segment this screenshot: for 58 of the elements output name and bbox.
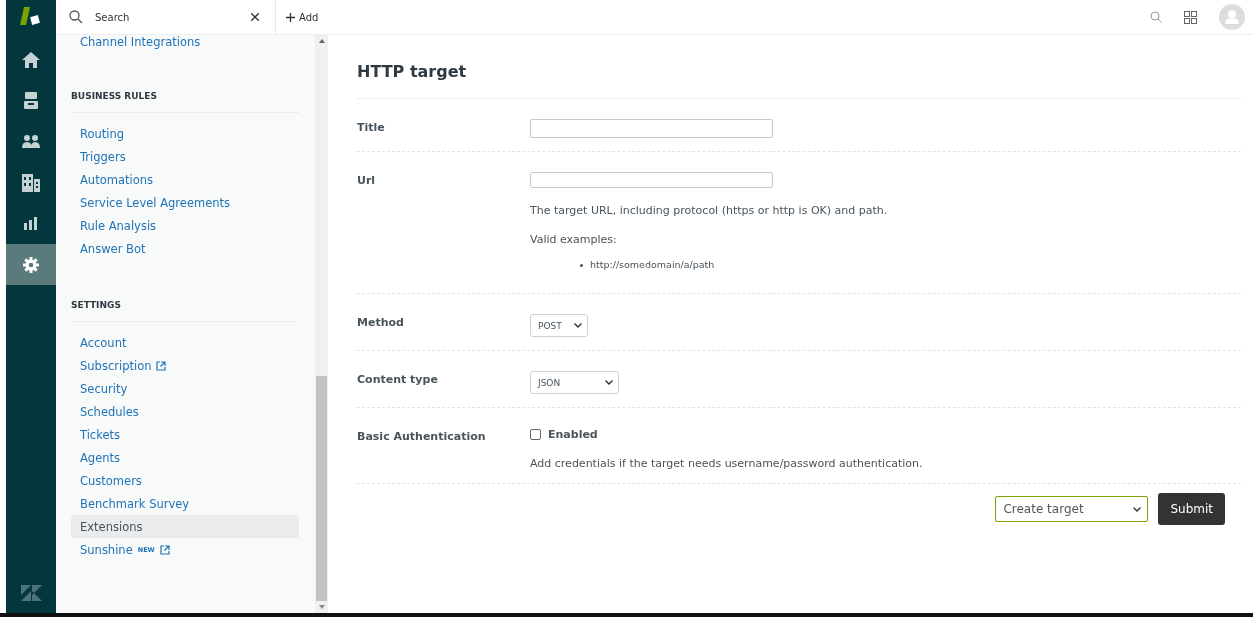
apps-grid-icon[interactable]	[1184, 10, 1197, 24]
sidebar-item[interactable]: Answer Bot	[71, 237, 299, 260]
help-text: The target URL, including protocol (https or http is OK) and path.	[530, 204, 889, 217]
sidebar-item[interactable]: Agents	[71, 446, 299, 469]
sidebar-item[interactable]: Security	[71, 377, 299, 400]
people-icon	[22, 135, 40, 148]
field-label: Basic Authentication	[357, 429, 487, 445]
checkbox[interactable]	[530, 429, 541, 440]
chevron-down-icon	[605, 380, 613, 385]
zendesk-logo-icon	[20, 585, 42, 601]
sidebar-item[interactable]: Tickets	[71, 423, 299, 446]
search-icon[interactable]	[1150, 11, 1162, 23]
checkbox-label: Enabled	[548, 428, 598, 441]
sidebar-item[interactable]: Extensions	[71, 515, 299, 538]
sidebar-item[interactable]: Channel Integrations	[71, 35, 299, 51]
action-dropdown[interactable]: Create target	[995, 496, 1149, 522]
text-field[interactable]	[530, 172, 773, 188]
chevron-down-icon	[1133, 506, 1142, 512]
scroll-up-icon[interactable]	[318, 39, 325, 43]
close-icon[interactable]	[251, 13, 259, 21]
submit-button[interactable]: Submit	[1158, 493, 1225, 525]
sidebar-item[interactable]: Schedules	[71, 400, 299, 423]
logo-icon[interactable]	[20, 7, 42, 27]
sidebar-item[interactable]: Subscription	[71, 354, 299, 377]
sidebar-item[interactable]: Account	[71, 331, 299, 354]
field-label: Content type	[357, 372, 439, 388]
text-field[interactable]	[530, 119, 773, 138]
example-url: http://somedomain/a/path	[590, 258, 715, 272]
section-header: BUSINESS RULES	[71, 51, 299, 113]
dropdown[interactable]: POST	[530, 314, 588, 337]
dropdown[interactable]: JSON	[530, 371, 619, 394]
sidebar-item[interactable]: Customers	[71, 469, 299, 492]
sidebar-item[interactable]: Service Level Agreements	[71, 191, 299, 214]
building-icon	[22, 173, 40, 192]
rail-item[interactable]	[6, 244, 56, 285]
sidebar-item[interactable]: Rule Analysis	[71, 214, 299, 237]
sidebar-item[interactable]: Routing	[71, 122, 299, 145]
sidebar-item[interactable]: Benchmark Survey	[71, 492, 299, 515]
field-label: Url	[357, 173, 377, 189]
section-header: SETTINGS	[71, 260, 299, 322]
sidebar-item[interactable]: Triggers	[71, 145, 299, 168]
scroll-down-icon[interactable]	[318, 605, 325, 609]
help-text: Add credentials if the target needs username/password authentication.	[530, 457, 924, 470]
field-label: Title	[357, 120, 386, 136]
search-icon	[69, 10, 83, 24]
bar-chart-icon	[24, 217, 38, 230]
bullet-icon	[580, 263, 583, 267]
add-button[interactable]: Add	[280, 10, 325, 24]
chevron-down-icon	[574, 323, 582, 328]
plus-icon	[286, 12, 295, 22]
inbox-icon	[24, 92, 38, 109]
field-label: Method	[357, 315, 405, 331]
page-title: HTTP target	[357, 62, 1241, 99]
settings-icon	[23, 256, 39, 273]
examples-label: Valid examples:	[530, 233, 618, 246]
scrollbar[interactable]	[315, 35, 328, 613]
home-icon	[22, 51, 40, 68]
sidebar-item[interactable]: Automations	[71, 168, 299, 191]
